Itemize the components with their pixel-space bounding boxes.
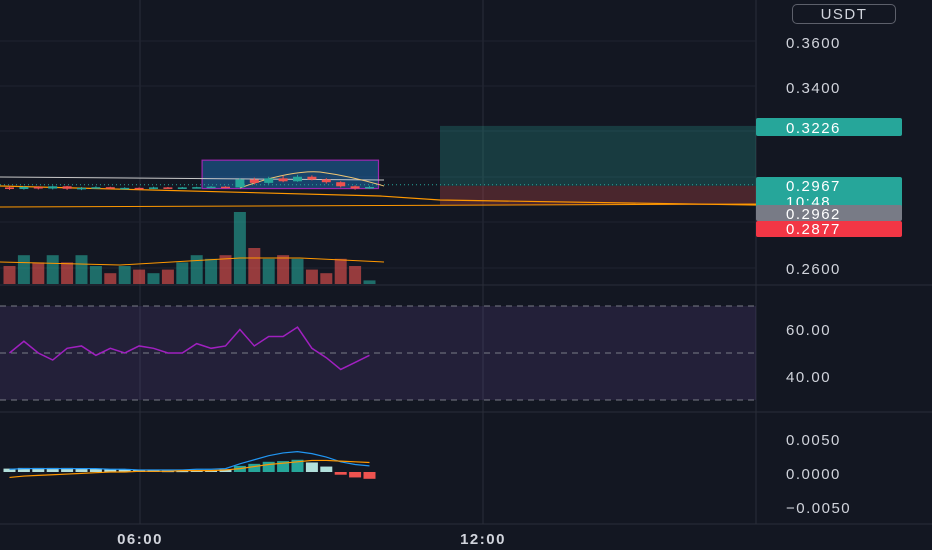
macd-tick: 0.0050 xyxy=(786,432,841,449)
volume-bar xyxy=(262,258,275,284)
volume-bar xyxy=(205,258,218,284)
volume-bar xyxy=(349,266,362,284)
current-price-tag: 0.2967 xyxy=(786,178,841,195)
candle-body xyxy=(149,187,158,189)
price-axis[interactable]: 0.3600 0.3400 0.2600 60.00 40.00 0.0050 … xyxy=(786,35,851,517)
candle-body xyxy=(321,179,331,183)
price-tags: 0.3226 0.2967 10:48 0.2962 0.2877 xyxy=(756,118,902,238)
candle-body xyxy=(134,187,144,190)
volume-bar xyxy=(248,248,261,284)
time-tick: 12:00 xyxy=(460,531,506,548)
candle-body xyxy=(5,187,14,190)
candle-body xyxy=(62,186,72,189)
volume-bar xyxy=(363,280,376,284)
volume-bar xyxy=(176,262,189,284)
macd-tick: 0.0000 xyxy=(786,466,841,483)
volume-bar xyxy=(32,262,45,284)
currency-selector[interactable]: USDT xyxy=(792,4,896,24)
candle-body xyxy=(177,187,187,189)
take-profit-tag: 0.3226 xyxy=(786,120,841,137)
candle-body xyxy=(48,186,58,189)
volume-bar xyxy=(305,269,318,284)
price-tick: 0.2600 xyxy=(786,261,841,278)
macd-histogram-bar xyxy=(363,472,376,479)
candle-body xyxy=(350,186,360,189)
rsi-tick: 40.00 xyxy=(786,369,831,386)
volume-bar xyxy=(3,266,16,284)
rsi-tick: 60.00 xyxy=(786,322,831,339)
volume-bar xyxy=(277,255,290,284)
macd-histogram-bar xyxy=(248,463,261,472)
candle-body xyxy=(91,187,101,189)
volume-bar xyxy=(233,212,246,284)
volume-bar xyxy=(320,273,333,284)
rsi-indicator[interactable] xyxy=(0,305,756,401)
volume-bar xyxy=(61,262,74,284)
volume-histogram xyxy=(0,212,385,284)
candle-body xyxy=(307,176,317,180)
macd-histogram-bar xyxy=(349,472,362,478)
candle-body xyxy=(249,179,259,183)
macd-tick: −0.0050 xyxy=(786,500,851,517)
candle-body xyxy=(163,187,173,189)
macd-histogram-bar xyxy=(305,462,318,472)
moving-average-line xyxy=(0,203,757,208)
candle-body xyxy=(19,186,29,190)
volume-bar xyxy=(104,273,117,284)
volume-bar xyxy=(334,258,347,284)
candle-body xyxy=(120,187,130,190)
macd-histogram-bar xyxy=(262,461,275,472)
candle-body xyxy=(278,178,288,182)
macd-histogram-bar xyxy=(334,472,347,475)
time-tick: 06:00 xyxy=(117,531,163,548)
time-axis[interactable]: 06:00 12:00 xyxy=(117,531,506,548)
candle-body xyxy=(105,187,115,189)
candle-body xyxy=(206,186,216,189)
candle-body xyxy=(293,176,302,182)
candle-body xyxy=(77,187,86,190)
profit-zone xyxy=(440,125,756,186)
candle-body xyxy=(192,187,202,189)
price-tick: 0.3400 xyxy=(786,80,841,97)
volume-bar xyxy=(291,258,304,284)
price-tick: 0.3600 xyxy=(786,35,841,52)
candle-body xyxy=(264,178,274,183)
volume-bar xyxy=(75,255,88,284)
candle-body xyxy=(365,186,374,189)
macd-histogram-bar xyxy=(320,466,333,472)
macd-indicator[interactable] xyxy=(3,450,376,479)
volume-bar xyxy=(161,269,174,284)
candle-body xyxy=(221,186,230,189)
long-position-tool[interactable] xyxy=(0,125,756,206)
volume-bar xyxy=(89,266,102,284)
stop-loss-tag: 0.2877 xyxy=(786,221,841,238)
candle-body xyxy=(33,186,43,189)
candle-body xyxy=(336,182,346,187)
trading-chart[interactable]: 0.3600 0.3400 0.2600 60.00 40.00 0.0050 … xyxy=(0,0,932,550)
candle-body xyxy=(235,179,245,188)
volume-bar xyxy=(133,269,146,284)
volume-bar xyxy=(118,266,131,284)
volume-bar xyxy=(190,255,203,284)
volume-bar xyxy=(46,255,59,284)
volume-bar xyxy=(147,273,160,284)
volume-bar xyxy=(17,255,30,284)
